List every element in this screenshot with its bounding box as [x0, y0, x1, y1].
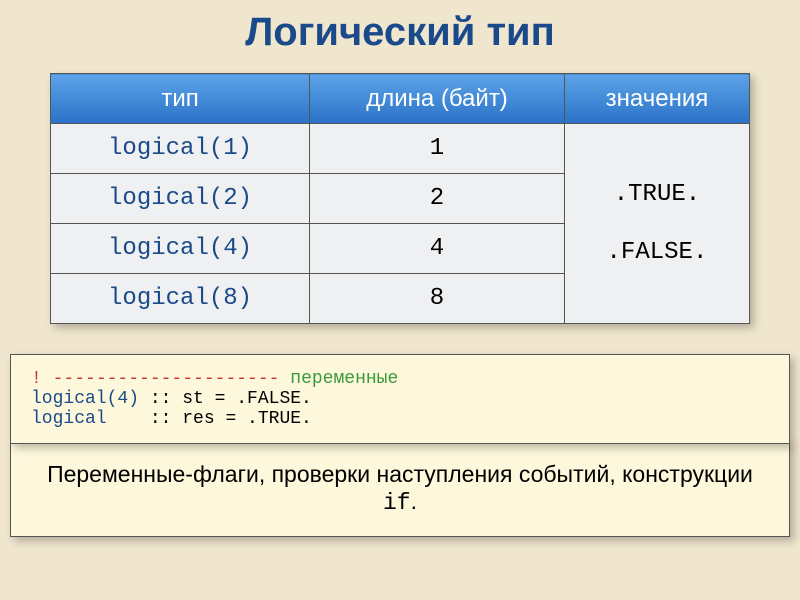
header-type: тип: [51, 74, 310, 124]
code-decl: logical(4): [31, 389, 139, 409]
cell-type: logical(2): [51, 174, 310, 224]
footer-if: if: [383, 490, 411, 516]
page-title: Логический тип: [0, 0, 800, 73]
header-length: длина (байт): [310, 74, 565, 124]
header-values: значения: [564, 74, 749, 124]
code-dash: ---------------------: [42, 369, 290, 389]
table-header-row: тип длина (байт) значения: [51, 74, 750, 124]
cell-type: logical(4): [51, 224, 310, 274]
footer-note: Переменные-флаги, проверки наступления с…: [10, 440, 790, 537]
code-bang: !: [31, 369, 42, 389]
cell-length: 8: [310, 274, 565, 324]
value-true: .TRUE.: [565, 166, 749, 224]
code-comment-label: переменные: [290, 369, 398, 389]
footer-text-before: Переменные-флаги, проверки наступления с…: [47, 461, 753, 487]
table-row: logical(1) 1 .TRUE. .FALSE.: [51, 124, 750, 174]
cell-values: .TRUE. .FALSE.: [564, 124, 749, 324]
cell-length: 1: [310, 124, 565, 174]
code-sample: ! --------------------- переменные logic…: [10, 354, 790, 444]
code-rest: :: res = .TRUE.: [139, 409, 312, 429]
cell-length: 4: [310, 224, 565, 274]
type-table: тип длина (байт) значения logical(1) 1 .…: [50, 73, 750, 324]
code-decl: logical: [31, 409, 139, 429]
type-table-wrap: тип длина (байт) значения logical(1) 1 .…: [50, 73, 750, 324]
cell-type: logical(1): [51, 124, 310, 174]
footer-text-after: .: [411, 488, 417, 514]
cell-length: 2: [310, 174, 565, 224]
value-false: .FALSE.: [565, 224, 749, 282]
cell-type: logical(8): [51, 274, 310, 324]
code-rest: :: st = .FALSE.: [139, 389, 312, 409]
